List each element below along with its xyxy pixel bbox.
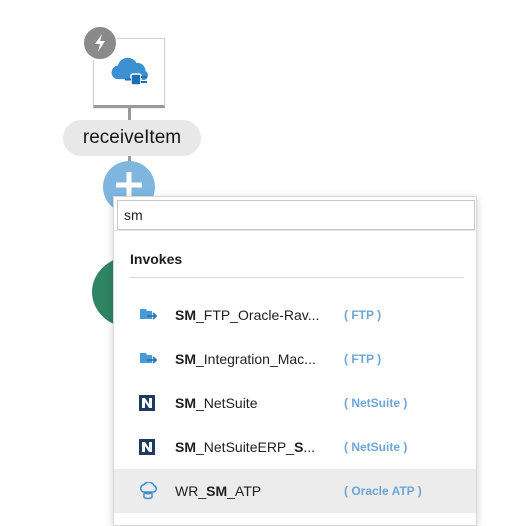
cloud-plug-icon xyxy=(107,57,153,91)
result-name: SM_NetSuiteERP_S... xyxy=(175,439,316,455)
oracle-atp-icon xyxy=(138,482,158,500)
result-item[interactable]: SM_FTP_Oracle-Rav... ( FTP ) xyxy=(114,293,476,337)
netsuite-icon xyxy=(138,438,158,456)
result-name: SM_NetSuite xyxy=(175,395,258,411)
result-type: ( NetSuite ) xyxy=(344,440,408,454)
result-type: ( FTP ) xyxy=(344,352,382,366)
result-type: ( Oracle ATP ) xyxy=(344,484,422,498)
search-input[interactable] xyxy=(117,200,475,230)
ftp-adapter-icon xyxy=(138,350,158,368)
result-name: SM_Integration_Mac... xyxy=(175,351,316,367)
result-item[interactable]: WR_SM_ATP ( Oracle ATP ) xyxy=(114,469,476,513)
divider xyxy=(114,230,476,231)
result-item[interactable]: SM_Integration_Mac... ( FTP ) xyxy=(114,337,476,381)
result-item[interactable]: SM_NetSuite ( NetSuite ) xyxy=(114,381,476,425)
lightning-bolt-icon xyxy=(82,25,118,61)
result-name: SM_FTP_Oracle-Rav... xyxy=(175,307,320,323)
result-type: ( NetSuite ) xyxy=(344,396,408,410)
result-name: WR_SM_ATP xyxy=(175,483,262,499)
divider xyxy=(130,277,464,278)
netsuite-icon xyxy=(138,394,158,412)
connector-line xyxy=(128,108,131,120)
ftp-adapter-icon xyxy=(138,306,158,324)
section-heading-invokes: Invokes xyxy=(130,251,183,267)
result-type: ( FTP ) xyxy=(344,308,382,322)
add-action-popover: Invokes SM_FTP_Oracle-Rav... ( FTP ) SM_… xyxy=(113,196,477,526)
result-item[interactable]: SM_NetSuiteERP_S... ( NetSuite ) xyxy=(114,425,476,469)
node-label-receiveitem[interactable]: receiveItem xyxy=(63,120,201,156)
